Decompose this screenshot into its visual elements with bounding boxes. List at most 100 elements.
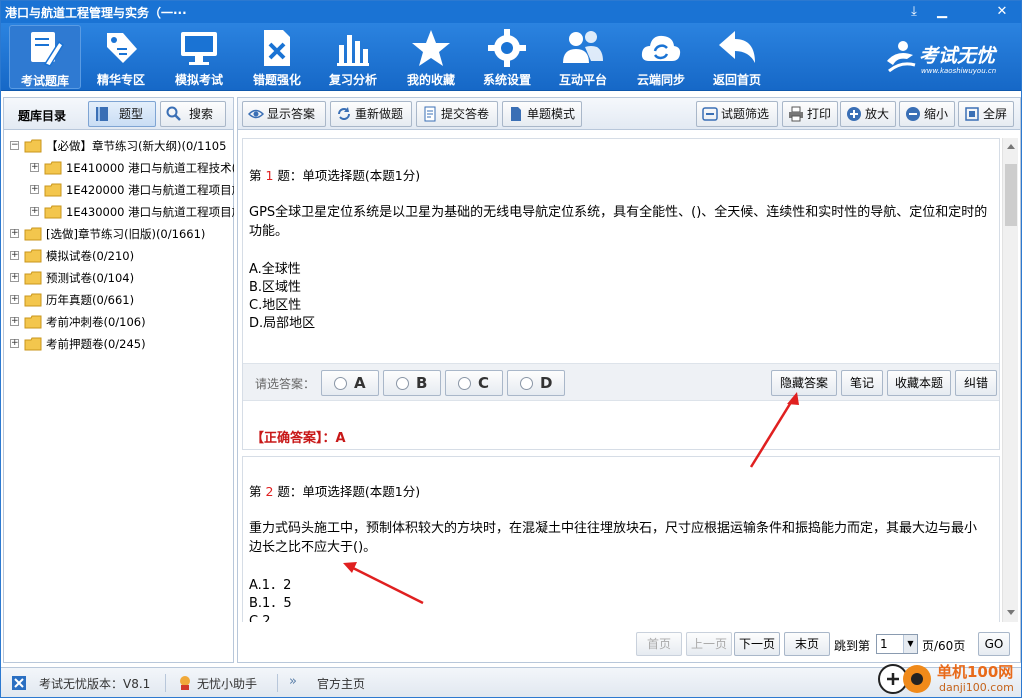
- filter-label: 试题筛选: [721, 107, 770, 121]
- last-page-button[interactable]: 末页: [784, 632, 830, 656]
- minimize-icon[interactable]: ▁: [931, 3, 953, 21]
- print-label: 打印: [807, 107, 832, 121]
- radio-icon[interactable]: [458, 377, 471, 390]
- download-icon[interactable]: ⤓: [903, 3, 925, 21]
- expand-icon[interactable]: +: [30, 185, 39, 194]
- expand-icon[interactable]: +: [10, 251, 19, 260]
- expand-icon[interactable]: +: [30, 163, 39, 172]
- question-text: 重力式码头施工中，预制体积较大的方块时，在混凝土中往往埋放块石，尺寸应根据运输条…: [249, 521, 978, 555]
- hide-answer-button[interactable]: 隐藏答案: [771, 370, 837, 396]
- choice-a[interactable]: A: [321, 370, 379, 396]
- brand-name: 考试无忧: [919, 45, 996, 67]
- catalog-pane: 题库目录 题型 搜索 − 【必做】章节练习(新大纲)(0/1105 + 1E41…: [3, 97, 234, 663]
- toolbar-label: 复习分析: [328, 73, 377, 87]
- radio-icon[interactable]: [396, 377, 409, 390]
- go-button[interactable]: GO: [978, 632, 1010, 656]
- status-divider: [277, 674, 278, 692]
- bar-chart-icon: [337, 35, 369, 66]
- choice-c[interactable]: C: [445, 370, 503, 396]
- error-doc-icon: [264, 30, 290, 66]
- redo-button[interactable]: 重新做题: [330, 101, 412, 127]
- report-error-button[interactable]: 纠错: [955, 370, 997, 396]
- folder-icon: [24, 139, 42, 153]
- expand-icon[interactable]: +: [30, 207, 39, 216]
- option-b: B.区域性: [249, 280, 302, 295]
- expand-icon[interactable]: +: [10, 295, 19, 304]
- toolbar-essence-button[interactable]: 精华专区: [85, 25, 157, 89]
- vertical-scrollbar[interactable]: [1002, 138, 1018, 622]
- page-select[interactable]: 1 ▼: [876, 634, 918, 654]
- scroll-down-icon[interactable]: [1007, 610, 1015, 615]
- prev-page-button[interactable]: 上一页: [686, 632, 732, 656]
- zoom-out-button[interactable]: 缩小: [899, 101, 955, 127]
- folder-icon: [44, 161, 62, 175]
- toolbar-interactive-button[interactable]: 互动平台: [547, 25, 619, 89]
- single-mode-label: 单题模式: [527, 107, 576, 121]
- chevron-down-icon[interactable]: ▼: [903, 635, 917, 653]
- by-type-label: 题型: [119, 107, 144, 121]
- page-select-value: 1: [880, 637, 888, 651]
- toolbar-settings-button[interactable]: 系统设置: [471, 25, 543, 89]
- favorite-button[interactable]: 收藏本题: [887, 370, 951, 396]
- first-page-button[interactable]: 首页: [636, 632, 682, 656]
- toolbar-error-review-button[interactable]: 错题强化: [241, 25, 313, 89]
- choice-d[interactable]: D: [507, 370, 565, 396]
- print-button[interactable]: 打印: [782, 101, 838, 127]
- next-page-button[interactable]: 下一页: [734, 632, 780, 656]
- expand-icon[interactable]: +: [10, 317, 19, 326]
- app-window: 港口与航道工程管理与实务（一··· ⤓ ▁ ✕ 考试题库 精华专区 模拟考试 错…: [0, 0, 1022, 698]
- toolbar-label: 我的收藏: [406, 73, 455, 87]
- question-toolbar: 显示答案 重新做题 提交答卷 单题模式 试题筛选 打印 放大 缩小 全屏: [238, 98, 1020, 130]
- filter-button[interactable]: 试题筛选: [696, 101, 778, 127]
- fullscreen-icon: [965, 107, 979, 121]
- toolbar-cloud-sync-button[interactable]: 云端同步: [625, 25, 697, 89]
- page-icon: [511, 107, 521, 121]
- star-icon: [412, 30, 450, 66]
- by-type-button[interactable]: 题型: [88, 101, 156, 127]
- search-label: 搜索: [189, 107, 214, 121]
- notes-button[interactable]: 笔记: [841, 370, 883, 396]
- choice-letter: D: [540, 374, 553, 392]
- fullscreen-button[interactable]: 全屏: [958, 101, 1014, 127]
- search-button[interactable]: 搜索: [160, 101, 226, 127]
- toolbar-mock-exam-button[interactable]: 模拟考试: [163, 25, 235, 89]
- cloud-sync-icon: [641, 35, 681, 61]
- jump-label: 跳到第: [834, 639, 871, 653]
- question-header: 第 1 题：单项选择题(本题1分): [249, 165, 420, 184]
- folder-icon: [24, 315, 42, 329]
- show-answer-button[interactable]: 显示答案: [242, 101, 326, 127]
- app-status-icon: [12, 676, 26, 690]
- option-d: D.局部地区: [249, 316, 316, 331]
- expand-icon[interactable]: +: [10, 273, 19, 282]
- toolbar-favorites-button[interactable]: 我的收藏: [395, 25, 467, 89]
- toolbar-label: 模拟考试: [174, 73, 223, 87]
- main-toolbar: 考试题库 精华专区 模拟考试 错题强化 复习分析 我的收藏 系统设置 互动平台: [1, 23, 1021, 91]
- tree-node-label: 考前冲刺卷(0/106): [46, 315, 146, 329]
- expand-icon[interactable]: +: [10, 339, 19, 348]
- answer-bar: 请选答案： A B C D 隐藏答案 笔记 收藏本题 纠错: [243, 363, 999, 401]
- homepage-link[interactable]: 官方主页: [317, 675, 365, 692]
- choice-letter: C: [478, 374, 490, 392]
- choice-letter: A: [354, 374, 366, 392]
- toolbar-analysis-button[interactable]: 复习分析: [317, 25, 389, 89]
- tree-node-label: 历年真题(0/661): [46, 293, 135, 307]
- question-card: 第 1 题：单项选择题(本题1分) GPS全球卫星定位系统是以卫星为基础的无线电…: [242, 138, 1000, 450]
- radio-icon[interactable]: [520, 377, 533, 390]
- radio-icon[interactable]: [334, 377, 347, 390]
- submit-button[interactable]: 提交答卷: [416, 101, 498, 127]
- zoom-in-button[interactable]: 放大: [840, 101, 896, 127]
- close-icon[interactable]: ✕: [991, 3, 1013, 21]
- choice-b[interactable]: B: [383, 370, 441, 396]
- assistant-link[interactable]: 无忧小助手: [197, 675, 257, 692]
- single-mode-button[interactable]: 单题模式: [502, 101, 582, 127]
- expand-icon[interactable]: +: [10, 229, 19, 238]
- folder-icon: [24, 337, 42, 351]
- toolbar-exam-bank-button[interactable]: 考试题库: [9, 25, 81, 89]
- option-b: B.1．5: [249, 596, 292, 611]
- scroll-up-icon[interactable]: [1007, 144, 1015, 149]
- exam-bank-icon: [31, 32, 64, 67]
- question-pane: 显示答案 重新做题 提交答卷 单题模式 试题筛选 打印 放大 缩小 全屏 第 1…: [237, 97, 1021, 663]
- collapse-icon[interactable]: −: [10, 141, 19, 150]
- toolbar-home-button[interactable]: 返回首页: [701, 25, 773, 89]
- scroll-thumb[interactable]: [1005, 164, 1017, 226]
